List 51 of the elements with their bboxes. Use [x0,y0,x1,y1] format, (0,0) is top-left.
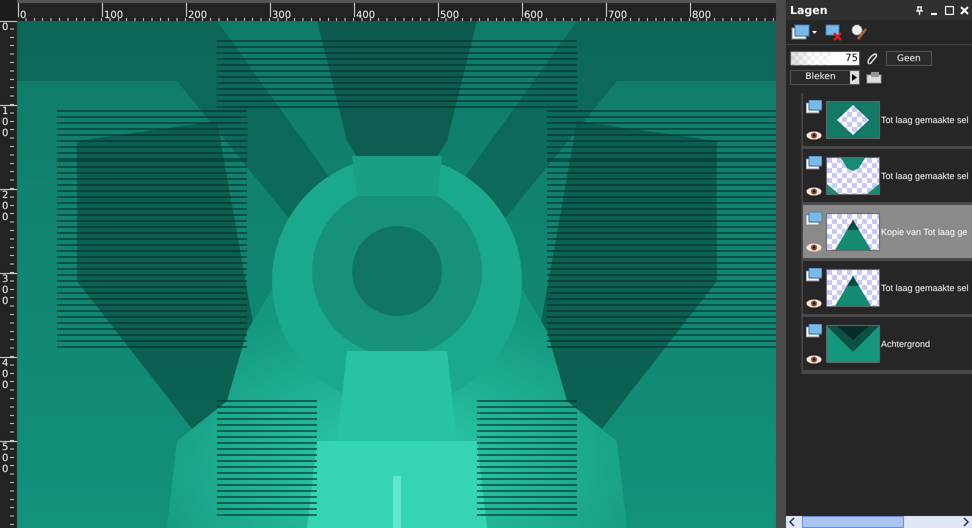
delete-layer-icon[interactable] [825,24,843,40]
caret-icon [852,74,857,81]
scroll-left-icon[interactable] [788,517,796,527]
ruler-label: 100 [2,106,8,139]
layer-type-icon [806,100,822,114]
layer-thumbnail [826,268,880,306]
layer-name: Tot laag gemaakte sel [881,282,969,292]
eye-icon[interactable] [806,130,822,140]
eye-icon[interactable] [806,242,822,252]
layer-type-icon [806,268,822,282]
ruler-label: 300 [271,10,292,21]
scroll-right-icon[interactable] [962,517,970,527]
layer-thumbnail [826,324,880,362]
ruler-label: 0 [19,10,26,21]
close-icon[interactable] [960,6,969,14]
layer-name: Kopie van Tot laag ge [881,226,968,236]
layer-thumbnail [826,212,880,250]
ruler-label: 200 [2,190,8,223]
layer-name: Tot laag gemaakte sel [881,170,969,180]
ruler-label: 700 [607,10,628,21]
panel-title: Lagen [790,4,829,16]
ruler-label: 200 [187,10,208,21]
maximize-icon[interactable] [945,6,954,14]
eye-icon[interactable] [806,298,822,308]
ruler-label: 0 [2,22,8,33]
layer-thumbnail [826,156,880,194]
mask-brush-icon[interactable] [851,24,867,40]
layer-type-icon [806,324,822,338]
layer-thumbnail [826,100,880,138]
ruler-label: 300 [2,274,8,307]
ruler-label: 500 [439,10,460,21]
ruler-label: 600 [523,10,544,21]
ruler-label: 400 [355,10,376,21]
link-icon[interactable] [866,52,880,66]
pin-icon[interactable] [915,6,924,14]
ruler-label: 500 [2,442,8,475]
layer-name: Achtergrond [881,338,930,348]
layer-type-icon [806,156,822,170]
ruler-label: 100 [103,10,124,21]
layer-type-icon [806,212,822,226]
opacity-value: 75 [844,52,859,65]
mask-button[interactable]: Geen [886,51,932,66]
layer-name: Tot laag gemaakte sel [881,114,969,124]
eye-icon[interactable] [806,354,822,364]
blend-mode-dropdown[interactable]: Bleken [790,70,860,85]
horizontal-scrollbar[interactable] [786,516,972,528]
ruler-label: 800 [691,10,712,21]
eye-icon[interactable] [806,186,822,196]
new-layer-icon[interactable] [791,24,817,40]
ruler-label: 400 [2,358,8,391]
lock-icon[interactable] [866,71,882,84]
